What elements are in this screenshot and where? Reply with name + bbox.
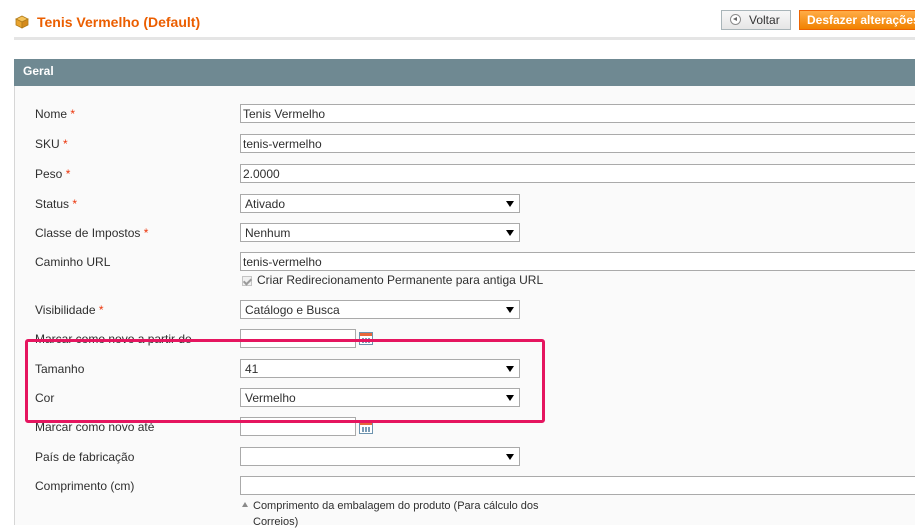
label-text: Classe de Impostos — [35, 226, 141, 240]
nome-value: Tenis Vermelho — [243, 107, 326, 121]
calendar-icon[interactable] — [359, 332, 373, 345]
label-text: Visibilidade — [35, 303, 96, 317]
redirect-checkbox[interactable] — [242, 276, 252, 286]
field-label-classe-impostos: Classe de Impostos * — [35, 226, 148, 240]
novo-ate-input[interactable] — [240, 417, 356, 436]
label-text: Nome — [35, 107, 68, 121]
label-text: Status — [35, 197, 70, 211]
field-label-nome: Nome * — [35, 107, 75, 121]
field-label-visibilidade: Visibilidade * — [35, 303, 104, 317]
tamanho-value: 41 — [245, 362, 259, 376]
label-text: SKU — [35, 137, 60, 151]
required-marker: * — [98, 303, 104, 317]
note-arrow-icon — [242, 502, 248, 507]
section-title: Geral — [23, 64, 54, 78]
header-divider — [14, 37, 915, 40]
field-label-cor: Cor — [35, 391, 55, 405]
sku-input[interactable]: tenis-vermelho — [240, 134, 915, 153]
field-label-status: Status * — [35, 197, 77, 211]
novo-de-input[interactable] — [240, 329, 356, 348]
tamanho-select[interactable]: 41 — [240, 359, 520, 378]
calendar-icon[interactable] — [359, 421, 373, 434]
field-label-caminho-url: Caminho URL — [35, 255, 111, 269]
peso-value: 2.0000 — [243, 167, 280, 181]
field-label-novo-ate: Marcar como novo até — [35, 420, 155, 434]
reset-button[interactable]: Desfazer alterações — [799, 10, 915, 30]
sku-value: tenis-vermelho — [243, 137, 322, 151]
field-label-tamanho: Tamanho — [35, 362, 85, 376]
field-label-novo-de: Marcar como novo a partir de — [35, 332, 192, 346]
dropdown-caret-icon — [506, 307, 514, 313]
nome-input[interactable]: Tenis Vermelho — [240, 104, 915, 123]
label-text: Peso — [35, 167, 63, 181]
required-marker: * — [65, 167, 71, 181]
visibilidade-value: Catálogo e Busca — [245, 303, 340, 317]
visibilidade-select[interactable]: Catálogo e Busca — [240, 300, 520, 319]
dropdown-caret-icon — [506, 395, 514, 401]
cor-value: Vermelho — [245, 391, 296, 405]
page-header: Tenis Vermelho (Default) Voltar Desfazer… — [0, 0, 915, 40]
status-value: Ativado — [245, 197, 286, 211]
required-marker: * — [70, 107, 76, 121]
reset-button-label: Desfazer alterações — [807, 13, 915, 27]
back-button[interactable]: Voltar — [721, 10, 791, 30]
back-button-label: Voltar — [749, 13, 780, 27]
caminho-url-input[interactable]: tenis-vermelho — [240, 252, 915, 271]
peso-input[interactable]: 2.0000 — [240, 164, 915, 183]
required-marker: * — [143, 226, 149, 240]
dropdown-caret-icon — [506, 201, 514, 207]
dropdown-caret-icon — [506, 366, 514, 372]
caminho-url-value: tenis-vermelho — [243, 255, 322, 269]
pais-select[interactable] — [240, 447, 520, 466]
classe-impostos-select[interactable]: Nenhum — [240, 223, 520, 242]
back-arrow-icon — [730, 14, 741, 25]
redirect-checkbox-label: Criar Redirecionamento Permanente para a… — [257, 273, 544, 287]
dropdown-caret-icon — [506, 230, 514, 236]
comprimento-input[interactable] — [240, 476, 915, 495]
status-select[interactable]: Ativado — [240, 194, 520, 213]
cor-select[interactable]: Vermelho — [240, 388, 520, 407]
required-marker: * — [63, 137, 68, 151]
section-header: Geral — [14, 59, 915, 86]
comprimento-note: Comprimento da embalagem do produto (Par… — [253, 500, 539, 528]
classe-impostos-value: Nenhum — [245, 226, 291, 240]
field-label-comprimento: Comprimento (cm) — [35, 479, 135, 493]
field-label-pais: País de fabricação — [35, 450, 135, 464]
field-label-peso: Peso * — [35, 167, 70, 181]
page-title: Tenis Vermelho (Default) — [37, 14, 201, 30]
field-label-sku: SKU * — [35, 137, 68, 151]
required-marker: * — [72, 197, 78, 211]
package-icon — [15, 15, 29, 29]
dropdown-caret-icon — [506, 454, 514, 460]
